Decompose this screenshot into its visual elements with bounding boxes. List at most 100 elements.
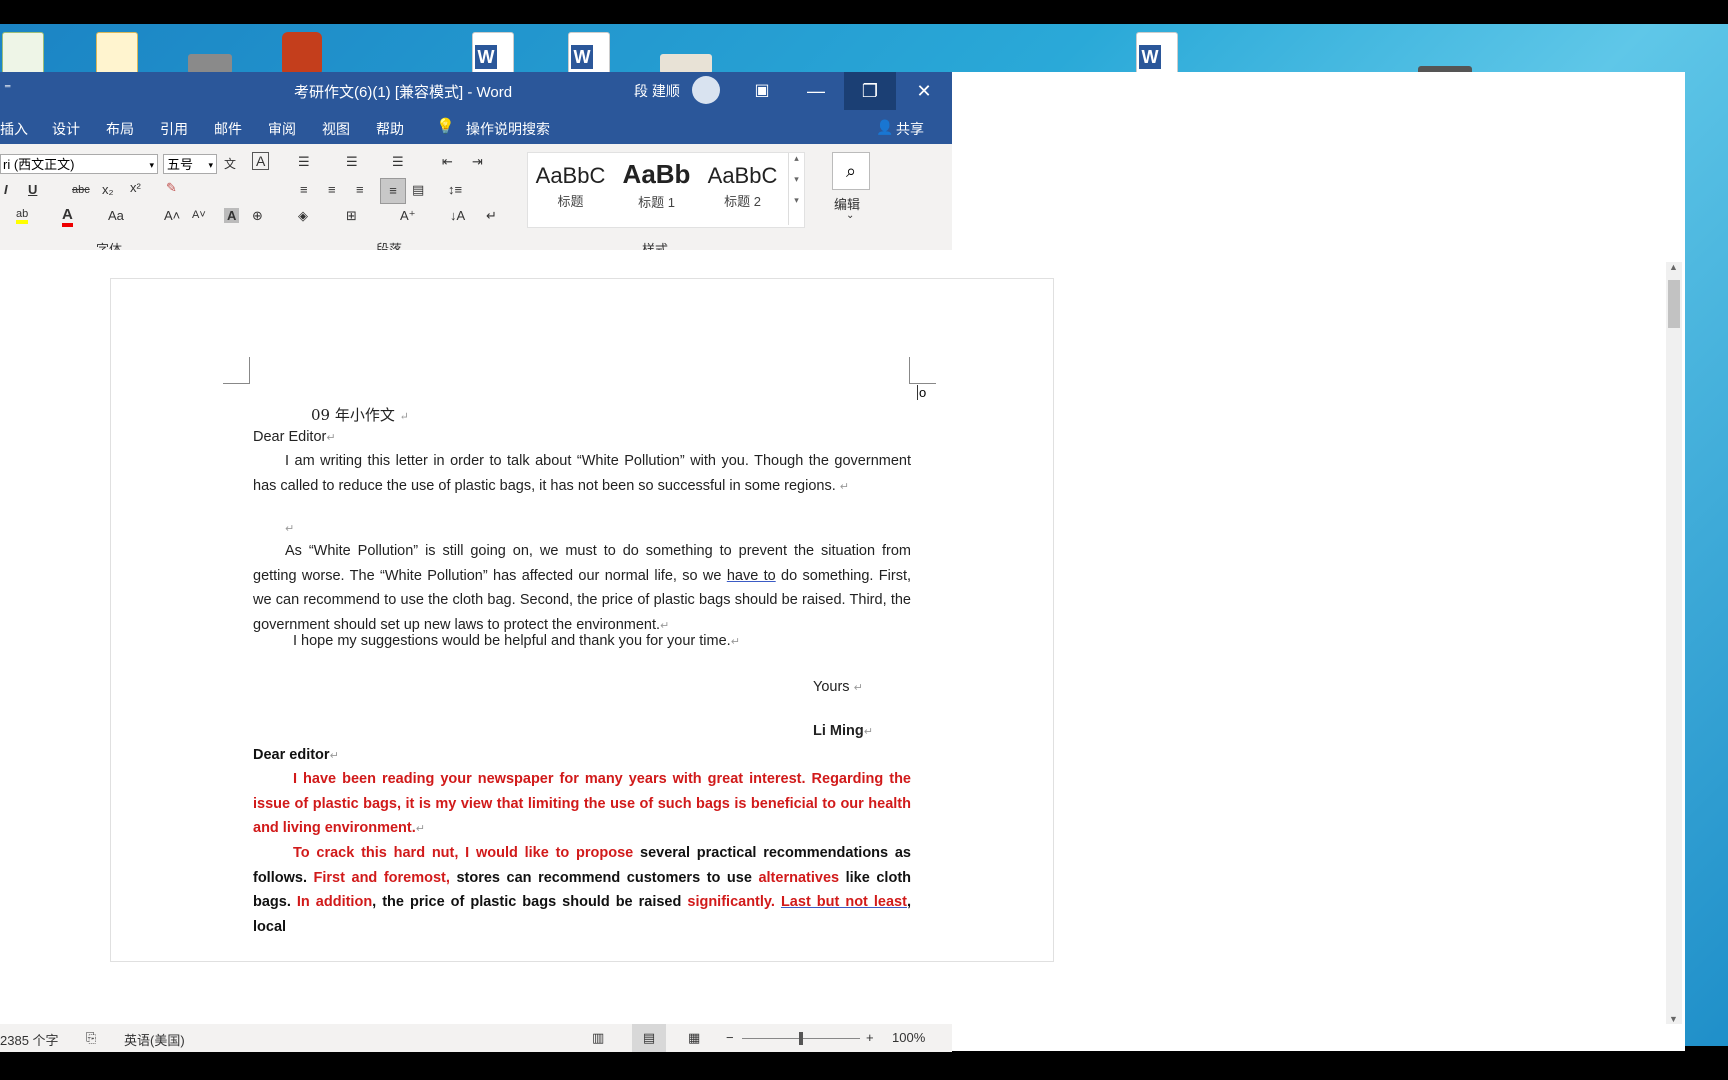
font-name-select[interactable]: ri (西文正文) ▾	[0, 154, 158, 174]
paragraph: I have been reading your newspaper for m…	[253, 771, 911, 837]
zoom-level[interactable]: 100%	[892, 1030, 925, 1045]
tab-layout[interactable]: 布局	[106, 119, 134, 139]
scroll-thumb[interactable]	[1668, 280, 1680, 328]
asian-layout-icon[interactable]: A⁺	[400, 208, 416, 224]
style-name: 标题	[557, 194, 584, 209]
character-border-icon[interactable]: A	[252, 152, 270, 170]
tab-help[interactable]: 帮助	[376, 119, 404, 139]
vertical-scrollbar[interactable]: ▲ ▼	[1666, 262, 1682, 1024]
tab-references[interactable]: 引用	[160, 119, 188, 139]
increase-indent-icon[interactable]: ⇥	[472, 154, 483, 170]
paragraph: As “White Pollution” is still going on, …	[253, 543, 911, 634]
decrease-indent-icon[interactable]: ⇤	[442, 154, 453, 170]
lightbulb-icon: 💡	[436, 118, 455, 135]
tell-me-search[interactable]: 操作说明搜索	[466, 119, 550, 139]
shading-icon[interactable]: ◈	[298, 208, 308, 224]
share-button[interactable]: 共享	[896, 119, 924, 139]
subscript-button[interactable]: x₂	[102, 182, 114, 197]
document-area: o 09 年小作文 ↵ Dear Editor↵ I am writing th…	[0, 250, 1668, 1008]
salutation: Dear editor↵	[253, 747, 339, 763]
align-right-icon[interactable]: ≡	[356, 182, 364, 197]
justify-icon[interactable]: ≡	[380, 178, 406, 204]
multilevel-list-icon[interactable]: ☰	[392, 154, 404, 170]
enclose-characters-icon[interactable]: ⊕	[252, 208, 263, 224]
clear-formatting-icon[interactable]: ✎	[166, 180, 177, 196]
font-color-button[interactable]: A	[62, 206, 73, 227]
read-mode-icon[interactable]: ▥	[592, 1030, 604, 1046]
minimize-button[interactable]: —	[790, 72, 842, 110]
language-indicator[interactable]: 英语(美国)	[124, 1030, 185, 1049]
align-center-icon[interactable]: ≡	[328, 182, 336, 197]
style-heading[interactable]: AaBbC 标题	[528, 153, 613, 225]
scroll-down-icon[interactable]: ▼	[1669, 1014, 1678, 1024]
underline-button[interactable]: U	[28, 182, 37, 197]
powerpoint-icon[interactable]	[282, 32, 322, 76]
style-heading-1[interactable]: AaBb 标题 1	[614, 153, 699, 225]
styles-scroll[interactable]: ▴ ▾ ▾	[788, 153, 804, 225]
scroll-up-icon[interactable]: ▲	[1669, 262, 1678, 272]
phonetic-guide-icon[interactable]: 文	[224, 155, 236, 172]
shrink-font-icon[interactable]: A˅	[192, 209, 206, 221]
superscript-button[interactable]: x²	[130, 180, 141, 195]
align-left-icon[interactable]: ≡	[300, 182, 308, 197]
tab-insert[interactable]: 插入	[0, 119, 28, 139]
style-sample: AaBb	[622, 159, 691, 189]
avatar[interactable]	[692, 76, 720, 104]
italic-button[interactable]: I	[4, 182, 8, 197]
grow-font-icon[interactable]: A˄	[164, 208, 180, 223]
style-name: 标题 1	[638, 195, 675, 210]
signature: Li Ming↵	[813, 723, 873, 739]
chevron-down-icon: ▾	[149, 160, 154, 170]
proofing-icon[interactable]: ⎘	[86, 1030, 96, 1046]
borders-icon[interactable]: ⊞	[346, 208, 357, 224]
word-count[interactable]: 2385 个字	[0, 1030, 59, 1049]
restore-button[interactable]: ❐	[844, 72, 896, 110]
chevron-down-icon: ▾	[208, 160, 213, 170]
tab-review[interactable]: 审阅	[268, 119, 296, 139]
tab-design[interactable]: 设计	[52, 119, 80, 139]
empty-paragraph-mark: ↵	[285, 523, 295, 535]
highlight-icon[interactable]: ab	[16, 208, 29, 224]
document-page[interactable]: o 09 年小作文 ↵ Dear Editor↵ I am writing th…	[110, 278, 1054, 962]
numbering-icon[interactable]: ☰	[346, 154, 358, 170]
chevron-down-icon[interactable]: ⌄	[846, 210, 854, 221]
salutation: Dear Editor↵	[253, 429, 336, 445]
show-marks-icon[interactable]: ↵	[486, 208, 497, 224]
margin-corner	[909, 357, 936, 384]
quick-access-icon[interactable]: ⁼	[4, 80, 11, 97]
user-name[interactable]: 段 建顺	[634, 81, 680, 101]
styles-gallery: AaBbC 标题 AaBb 标题 1 AaBbC 标题 2 ▴ ▾ ▾	[527, 152, 805, 228]
style-heading-2[interactable]: AaBbC 标题 2	[700, 153, 785, 225]
font-size-select[interactable]: 五号 ▾	[163, 154, 217, 174]
bullets-icon[interactable]: ☰	[298, 154, 310, 170]
paragraph: I am writing this letter in order to tal…	[253, 453, 911, 494]
web-layout-icon[interactable]: ▦	[688, 1030, 700, 1046]
desktop-thumbnail-icon[interactable]	[188, 54, 232, 74]
desktop-image-icon[interactable]	[660, 54, 712, 74]
tab-mailings[interactable]: 邮件	[214, 119, 242, 139]
close-button[interactable]: ✕	[898, 72, 950, 110]
paragraph: I hope my suggestions would be helpful a…	[293, 633, 740, 649]
title-bar: ⁼ 考研作文(6)(1) [兼容模式] - Word 段 建顺 ▣ — ❐ ✕	[0, 72, 952, 110]
ribbon-display-options-icon[interactable]: ▣	[736, 72, 788, 110]
sort-icon[interactable]: ↓A	[450, 208, 465, 223]
print-layout-icon[interactable]: ▤	[632, 1024, 666, 1052]
closing: Yours ↵	[813, 679, 863, 695]
character-shading-icon[interactable]: A	[224, 208, 240, 223]
strikethrough-button[interactable]: abc	[72, 184, 90, 196]
zoom-slider-handle[interactable]	[799, 1032, 803, 1045]
zoom-out-button[interactable]: −	[726, 1030, 734, 1045]
distributed-icon[interactable]: ▤	[412, 182, 424, 198]
window-title: 考研作文(6)(1) [兼容模式] - Word	[294, 84, 513, 101]
ribbon-tabs: 插入 设计 布局 引用 邮件 审阅 视图 帮助 💡 操作说明搜索 👤 共享	[0, 110, 952, 144]
zoom-in-button[interactable]: +	[866, 1030, 874, 1045]
search-icon[interactable]: ⌕	[832, 152, 870, 190]
line-spacing-icon[interactable]: ↕≡	[448, 182, 462, 197]
paragraph: To crack this hard nut, I would like to …	[253, 845, 912, 936]
status-bar: 2385 个字 ⎘ 英语(美国) ▥ ▤ ▦ − + 100%	[0, 1024, 952, 1052]
margin-corner	[223, 357, 250, 384]
tab-view[interactable]: 视图	[322, 119, 350, 139]
change-case-button[interactable]: Aa	[108, 208, 124, 223]
header-mark: o	[917, 385, 927, 400]
style-sample: AaBbC	[707, 163, 778, 188]
